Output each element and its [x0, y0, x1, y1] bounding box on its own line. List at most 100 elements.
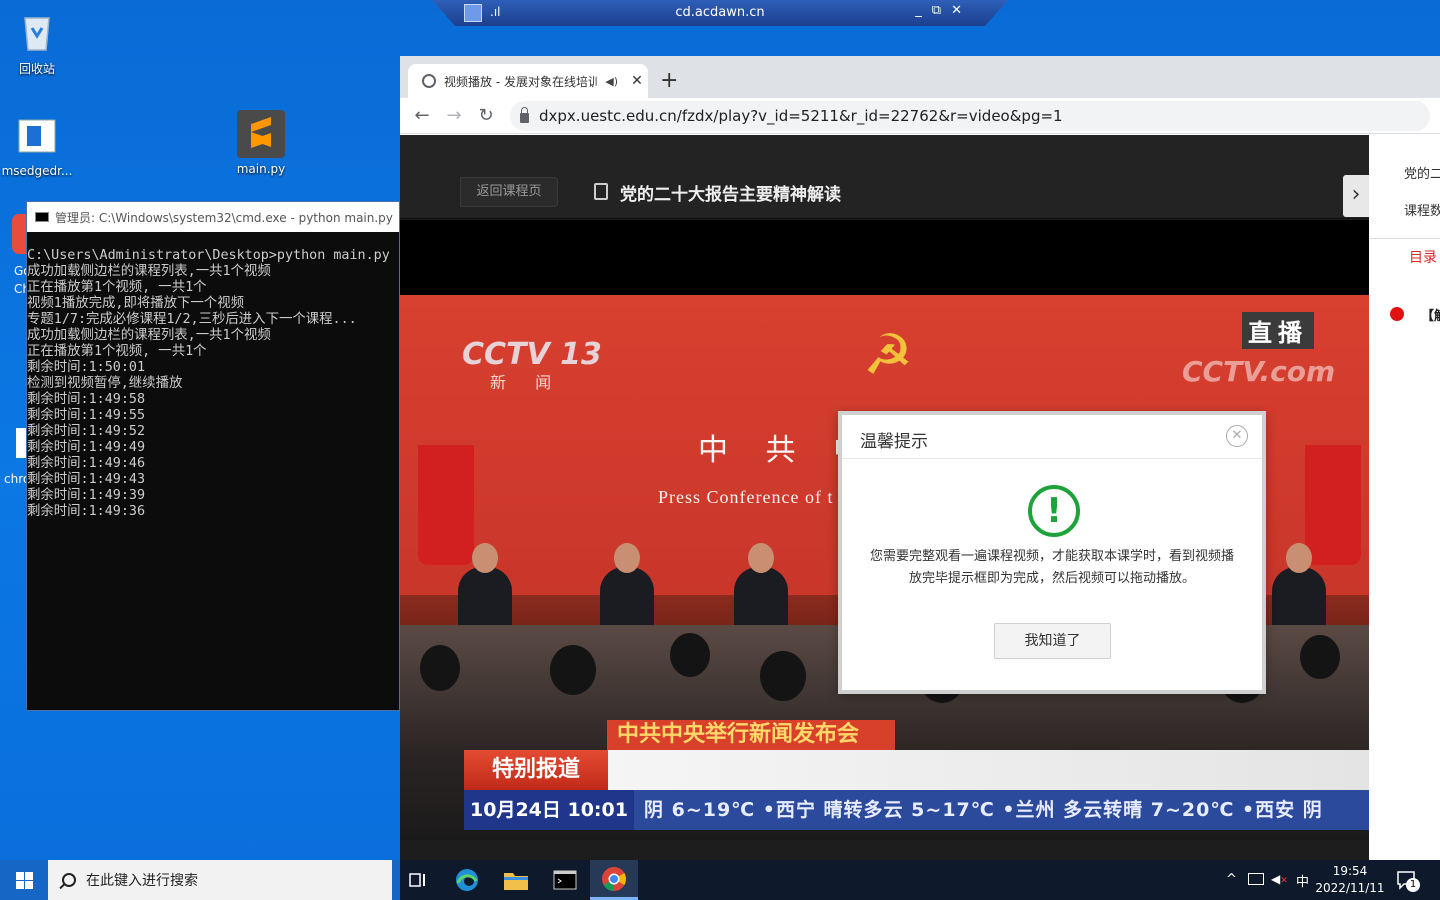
- console-line: 剩余时间:1:49:43: [27, 472, 146, 487]
- audience-head: [420, 645, 460, 691]
- notice-dialog: 温馨提示 ✕ ! 您需要完整观看一遍课程视频，才能获取本课学时，看到视频播放完毕…: [838, 411, 1266, 694]
- new-tab-button[interactable]: +: [660, 68, 678, 93]
- speaker-figure: [458, 543, 512, 631]
- folder-icon: [504, 873, 528, 890]
- notification-badge: 1: [1406, 878, 1420, 892]
- special-report-label: 特别报道: [464, 750, 608, 790]
- ime-indicator[interactable]: 中: [1296, 871, 1309, 890]
- lock-icon[interactable]: [520, 107, 529, 123]
- desktop-icon-main-py[interactable]: main.py: [224, 110, 298, 176]
- console-line: 剩余时间:1:49:52: [27, 424, 146, 439]
- tab-strip: 视频播放 - 发展对象在线培训 ◀) ✕ +: [400, 56, 1440, 98]
- start-button[interactable]: [0, 860, 48, 900]
- desktop-icon-recycle-bin[interactable]: 回收站: [0, 8, 74, 77]
- console-line: 剩余时间:1:49:46: [27, 456, 146, 471]
- console-line: 剩余时间:1:49:36: [27, 504, 146, 519]
- console-line: 剩余时间:1:49:55: [27, 408, 146, 423]
- playing-indicator-icon: [1390, 307, 1404, 321]
- edge-icon: [456, 869, 478, 891]
- back-button[interactable]: ←: [410, 105, 434, 126]
- minimize-button[interactable]: _: [915, 3, 932, 18]
- sidebar-course-count: 课程数: [1404, 204, 1440, 219]
- address-bar[interactable]: dxpx.uestc.edu.cn/fzdx/play?v_id=5211&r_…: [510, 101, 1430, 131]
- tray-chevron-icon[interactable]: ^: [1226, 872, 1237, 887]
- cmd-icon: [35, 212, 49, 222]
- sidebar-toggle-button[interactable]: ›: [1343, 175, 1369, 217]
- acknowledge-button[interactable]: 我知道了: [994, 623, 1111, 659]
- terminal-icon: [553, 870, 577, 890]
- sidebar-item[interactable]: 【解: [1421, 305, 1440, 324]
- console-line: 剩余时间:1:50:01: [27, 360, 146, 375]
- taskbar: 在此键入进行搜索 ^ ◀✕ 中 19:54 2022/11/11 1: [0, 860, 1440, 900]
- cmd-title: 管理员: C:\Windows\system32\cmd.exe - pytho…: [55, 210, 393, 225]
- cmd-titlebar[interactable]: 管理员: C:\Windows\system32\cmd.exe - pytho…: [27, 202, 399, 232]
- search-icon: [62, 873, 76, 887]
- tab-close-button[interactable]: ✕: [626, 73, 648, 89]
- url-text[interactable]: dxpx.uestc.edu.cn/fzdx/play?v_id=5211&r_…: [539, 107, 1063, 125]
- audience-head: [1300, 635, 1340, 679]
- audience-head: [670, 633, 710, 677]
- speaker-figure: [734, 543, 788, 631]
- search-placeholder: 在此键入进行搜索: [86, 873, 198, 889]
- audience-head: [550, 645, 596, 695]
- tab-title: 视频播放 - 发展对象在线培训: [444, 74, 598, 89]
- browser-toolbar: ← → ↻ dxpx.uestc.edu.cn/fzdx/play?v_id=5…: [400, 98, 1440, 134]
- file-explorer-button[interactable]: [492, 860, 540, 900]
- task-view-icon: [409, 873, 425, 887]
- console-line: 视频1播放完成,即将播放下一个视频: [27, 296, 244, 311]
- live-badge: 直播: [1242, 312, 1314, 349]
- desktop-icon-msedgedriver[interactable]: msedgedr...: [0, 112, 74, 178]
- windows-icon: [16, 872, 33, 889]
- ticker-weather: 阴 6~19℃ •西宁 晴转多云 5~17℃ •兰州 多云转晴 7~20℃ •西…: [643, 799, 1323, 821]
- console-output[interactable]: C:\Users\Administrator\Desktop>python ma…: [27, 232, 399, 520]
- cmd-window[interactable]: 管理员: C:\Windows\system32\cmd.exe - pytho…: [26, 201, 400, 711]
- recycle-bin-icon: [13, 8, 61, 56]
- console-line: 正在播放第1个视频, 一共1个: [27, 280, 207, 295]
- course-header: 返回课程页 党的二十大报告主要精神解读: [400, 135, 1369, 219]
- tab-video-playback[interactable]: 视频播放 - 发展对象在线培训 ◀) ✕: [408, 64, 648, 98]
- speaker-icon[interactable]: ◀): [605, 75, 618, 88]
- chrome-icon: [602, 866, 626, 891]
- desktop-partial-icon: [16, 428, 26, 458]
- task-view-button[interactable]: [394, 860, 442, 900]
- globe-icon: [422, 74, 436, 88]
- edge-taskbar-button[interactable]: [443, 860, 491, 900]
- taskbar-search[interactable]: 在此键入进行搜索: [48, 860, 392, 900]
- close-button[interactable]: ✕: [951, 3, 972, 18]
- flag-right: [1305, 445, 1361, 565]
- course-title: 党的二十大报告主要精神解读: [620, 185, 841, 205]
- player-top-band: [400, 220, 1369, 295]
- desktop-icon-label: main.py: [236, 162, 286, 176]
- document-icon: [594, 183, 608, 200]
- sidebar-tab-catalog[interactable]: 目录: [1409, 247, 1437, 267]
- console-line: 剩余时间:1:49:58: [27, 392, 146, 407]
- exclamation-icon: !: [1028, 485, 1080, 537]
- clock-time: 19:54: [1332, 864, 1368, 878]
- cctv-news-label: 新 闻: [490, 373, 564, 392]
- notification-center-button[interactable]: 1: [1396, 870, 1420, 892]
- speaker-figure: [600, 543, 654, 631]
- caption-strip: [608, 750, 1369, 790]
- dialog-close-button[interactable]: ✕: [1226, 425, 1248, 447]
- remote-window-controls: _⧉✕: [915, 3, 972, 18]
- party-emblem-icon: ☭: [862, 323, 914, 388]
- ticker-time: 10月24日 10:01: [464, 790, 634, 830]
- sidebar-course-name: 党的二: [1404, 167, 1440, 182]
- network-icon[interactable]: [1248, 873, 1264, 885]
- cmd-taskbar-button[interactable]: [541, 860, 589, 900]
- forward-button[interactable]: →: [442, 105, 466, 126]
- chrome-taskbar-button[interactable]: [590, 860, 638, 900]
- desktop: 回收站 msedgedr... main.py Go Ch chro .ıl c…: [0, 0, 1440, 860]
- taskbar-clock[interactable]: 19:54 2022/11/11: [1312, 863, 1388, 897]
- cctv-com-watermark: CCTV.com: [1182, 355, 1336, 388]
- volume-muted-icon[interactable]: ◀✕: [1271, 872, 1288, 886]
- remote-connection-bar: .ıl cd.acdawn.cn _⧉✕: [432, 0, 1008, 26]
- reload-button[interactable]: ↻: [474, 105, 498, 126]
- back-to-course-button[interactable]: 返回课程页: [460, 177, 558, 207]
- console-line: 专题1/7:完成必修课程1/2,三秒后进入下一个课程...: [27, 312, 357, 327]
- dialog-header: 温馨提示 ✕: [842, 415, 1262, 459]
- console-line: 剩余时间:1:49:39: [27, 488, 146, 503]
- restore-button[interactable]: ⧉: [932, 3, 951, 18]
- clock-date: 2022/11/11: [1315, 881, 1385, 895]
- news-headline-banner: 中共中央举行新闻发布会: [607, 720, 895, 750]
